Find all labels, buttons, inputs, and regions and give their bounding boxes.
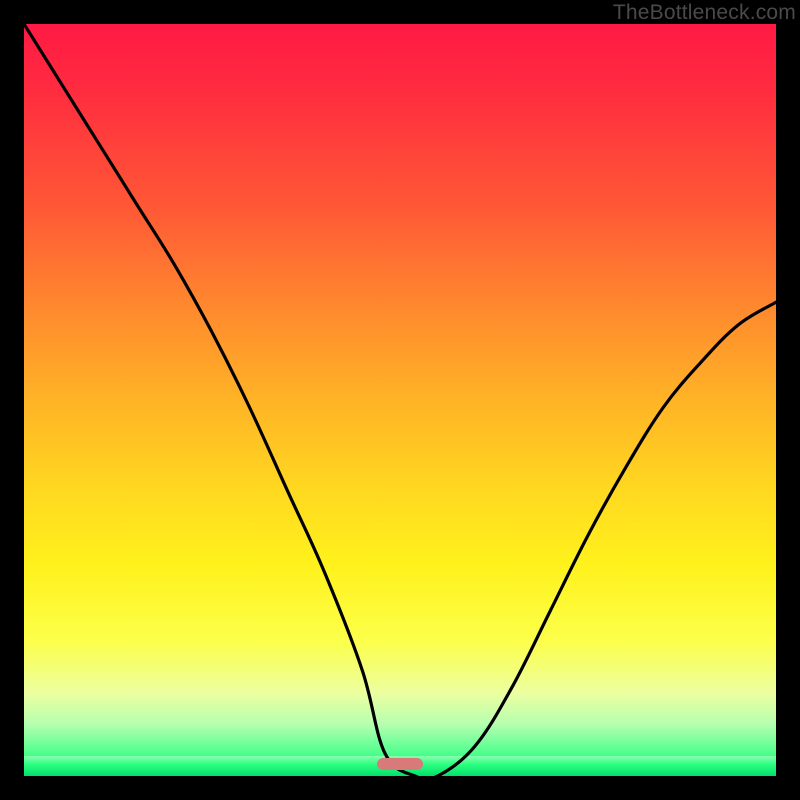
watermark-text: TheBottleneck.com [613,1,796,25]
chart-frame: TheBottleneck.com [0,0,800,800]
plot-area [24,24,776,776]
optimal-range-marker [377,758,422,770]
bottleneck-curve [24,24,776,776]
curve-layer [24,24,776,776]
